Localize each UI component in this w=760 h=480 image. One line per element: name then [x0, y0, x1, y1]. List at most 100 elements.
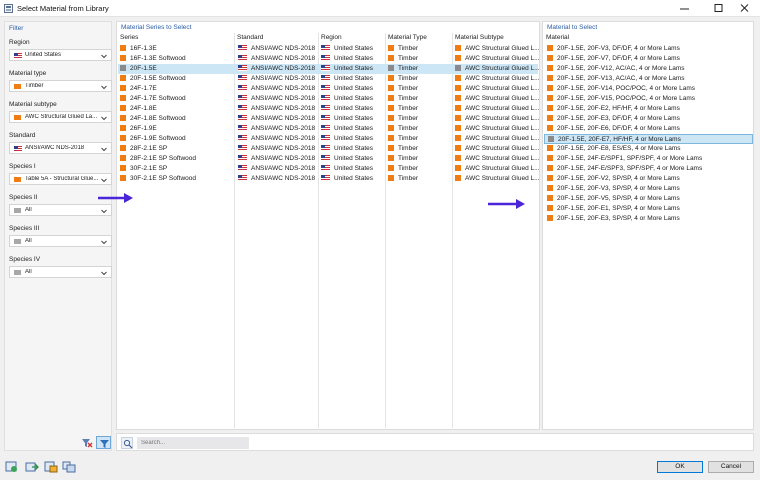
- filter-panel: Filter Region United States Material type T…: [4, 21, 112, 451]
- material-row[interactable]: 20F-1.5E, 20F-V15, POC/POC, 4 or More La…: [544, 94, 753, 104]
- timber-swatch-icon: [120, 105, 126, 111]
- region-cell-text: United States: [334, 95, 374, 102]
- filter-select-value: ANSI/AWC NDS-2018: [25, 145, 85, 151]
- material-type-cell: Timber: [388, 155, 418, 164]
- filter-select[interactable]: United States: [9, 49, 112, 61]
- region-cell-text: United States: [334, 155, 374, 162]
- us-flag-icon: [238, 115, 247, 121]
- timber-swatch-icon: [120, 85, 126, 91]
- material-row[interactable]: 20F-1.5E, 20F-E6, DF/DF, 4 or More Lams: [544, 124, 753, 134]
- standard-cell-text: ANSI/AWC NDS-2018: [251, 85, 316, 92]
- standard-cell: ANSI/AWC NDS-2018: [238, 55, 315, 64]
- filter-select[interactable]: All: [9, 266, 112, 278]
- timber-swatch-icon: [547, 155, 553, 161]
- arrow-right-icon: [488, 199, 525, 209]
- filter-select[interactable]: All: [9, 204, 112, 216]
- filter-select[interactable]: ANSI/AWC NDS-2018: [9, 142, 112, 154]
- arrow-right-icon: [98, 193, 133, 203]
- material-row[interactable]: 20F-1.5E, 20F-E1, SP/SP, 4 or More Lams: [544, 204, 753, 214]
- apply-filter-button[interactable]: [96, 436, 111, 449]
- region-cell-text: United States: [334, 85, 374, 92]
- timber-swatch-icon: [455, 95, 461, 101]
- filter-select[interactable]: Timber: [9, 80, 112, 92]
- column-header-material[interactable]: Material: [546, 34, 569, 41]
- material-type-cell-text: Timber: [398, 45, 418, 52]
- region-cell-text: United States: [334, 145, 374, 152]
- timber-swatch-icon: [120, 55, 126, 61]
- series-row[interactable]: 26F-1.9E ANSI/AWC NDS-2018 United States Ti…: [118, 124, 540, 134]
- material-row[interactable]: 20F-1.5E, 20F-E3, DF/DF, 4 or More Lams: [544, 114, 753, 124]
- close-button[interactable]: [730, 0, 760, 17]
- filter-select[interactable]: AWC Structural Glued La...: [9, 111, 112, 123]
- import-material-button[interactable]: [25, 461, 39, 473]
- material-row[interactable]: 20F-1.5E, 20F-V7, DF/DF, 4 or More Lams: [544, 54, 753, 64]
- material-row[interactable]: 20F-1.5E, 20F-E2, HF/HF, 4 or More Lams: [544, 104, 753, 114]
- material-row[interactable]: 20F-1.5E, 20F-V3, SP/SP, 4 or More Lams: [544, 184, 753, 194]
- series-row[interactable]: 16F-1.3E Softwood ANSI/AWC NDS-2018 United…: [118, 54, 540, 64]
- column-header-series[interactable]: Series: [120, 34, 138, 41]
- column-header-standard[interactable]: Standard: [237, 34, 263, 41]
- region-cell-text: United States: [334, 75, 374, 82]
- series-row[interactable]: 28F-2.1E SP Softwood ANSI/AWC NDS-2018 Uni…: [118, 154, 540, 164]
- filter-select[interactable]: All: [9, 235, 112, 247]
- cancel-button[interactable]: Cancel: [708, 461, 754, 473]
- material-row[interactable]: 20F-1.5E, 20F-V14, POC/POC, 4 or More La…: [544, 84, 753, 94]
- material-type-cell: Timber: [388, 85, 418, 94]
- material-row[interactable]: 20F-1.5E, 24F-E/SPF1, SPF/SPF, 4 or More…: [544, 154, 753, 164]
- material-name: 20F-1.5E, 20F-E6, DF/DF, 4 or More Lams: [557, 125, 680, 132]
- material-row[interactable]: 20F-1.5E, 20F-V13, AC/AC, 4 or More Lams: [544, 74, 753, 84]
- material-type-cell-text: Timber: [398, 155, 418, 162]
- series-row[interactable]: 30F-2.1E SP Softwood ANSI/AWC NDS-2018 Uni…: [118, 174, 540, 184]
- edit-material-button[interactable]: [44, 461, 58, 473]
- series-row[interactable]: 20F-1.5E Softwood ANSI/AWC NDS-2018 United…: [118, 74, 540, 84]
- clear-filter-button[interactable]: [80, 437, 94, 449]
- column-header-material-type[interactable]: Material Type: [388, 34, 427, 41]
- series-row[interactable]: 28F-2.1E SP ANSI/AWC NDS-2018 United State…: [118, 144, 540, 154]
- series-row[interactable]: 24F-1.8E ANSI/AWC NDS-2018 United States Ti…: [118, 104, 540, 114]
- library-info-button[interactable]: [5, 461, 19, 473]
- material-row[interactable]: 20F-1.5E, 20F-E8, ES/ES, 4 or More Lams: [544, 144, 753, 154]
- material-row[interactable]: 20F-1.5E, 20F-E3, SP/SP, 4 or More Lams: [544, 214, 753, 224]
- material-row[interactable]: 20F-1.5E, 20F-E7, HF/HF, 4 or More Lams: [544, 134, 753, 144]
- ok-button[interactable]: OK: [657, 461, 703, 473]
- material-subtype-cell-text: AWC Structural Glued L...: [465, 55, 540, 62]
- standard-cell: ANSI/AWC NDS-2018: [238, 85, 315, 94]
- search-input[interactable]: [137, 437, 249, 449]
- library-settings-button[interactable]: [62, 461, 76, 473]
- search-options-button[interactable]: [121, 437, 133, 449]
- series-row[interactable]: 30F-2.1E SP ANSI/AWC NDS-2018 United State…: [118, 164, 540, 174]
- material-type-cell-text: Timber: [398, 75, 418, 82]
- standard-cell: ANSI/AWC NDS-2018: [238, 125, 315, 134]
- series-row[interactable]: 26F-1.9E Softwood ANSI/AWC NDS-2018 United…: [118, 134, 540, 144]
- material-row[interactable]: 20F-1.5E, 20F-V5, SP/SP, 4 or More Lams: [544, 194, 753, 204]
- material-row[interactable]: 20F-1.5E, 20F-V3, DF/DF, 4 or More Lams: [544, 44, 753, 54]
- column-header-material-subtype[interactable]: Material Subtype: [455, 34, 504, 41]
- minimize-button[interactable]: [670, 0, 700, 17]
- column-header-region[interactable]: Region: [321, 34, 342, 41]
- timber-swatch-icon: [388, 105, 394, 111]
- region-cell: United States: [321, 45, 373, 54]
- series-row[interactable]: 24F-1.7E Softwood ANSI/AWC NDS-2018 United…: [118, 94, 540, 104]
- series-cell-text: 16F-1.3E: [130, 45, 157, 52]
- region-cell-text: United States: [334, 55, 374, 62]
- material-cell: 20F-1.5E, 20F-E1, SP/SP, 4 or More Lams: [547, 205, 680, 214]
- us-flag-icon: [238, 135, 247, 141]
- series-row[interactable]: 24F-1.8E Softwood ANSI/AWC NDS-2018 United…: [118, 114, 540, 124]
- us-flag-icon: [321, 135, 330, 141]
- standard-cell-text: ANSI/AWC NDS-2018: [251, 95, 316, 102]
- series-row[interactable]: 16F-1.3E ANSI/AWC NDS-2018 United States Ti…: [118, 44, 540, 54]
- material-row[interactable]: 20F-1.5E, 20F-V12, AC/AC, 4 or More Lams: [544, 64, 753, 74]
- material-subtype-cell-text: AWC Structural Glued L...: [465, 155, 540, 162]
- region-cell: United States: [321, 105, 373, 114]
- timber-swatch-icon: [547, 125, 553, 131]
- series-row[interactable]: 20F-1.5E ANSI/AWC NDS-2018 United States Ti…: [118, 64, 540, 74]
- filter-select[interactable]: Table 5A - Structural Glue...: [9, 173, 112, 185]
- timber-swatch-icon: [455, 155, 461, 161]
- material-subtype-cell-text: AWC Structural Glued L...: [465, 135, 540, 142]
- filter-select-value: Timber: [25, 83, 44, 89]
- material-row[interactable]: 20F-1.5E, 24F-E/SPF3, SPF/SPF, 4 or More…: [544, 164, 753, 174]
- material-subtype-cell: AWC Structural Glued L...: [455, 85, 540, 94]
- series-row[interactable]: 24F-1.7E ANSI/AWC NDS-2018 United States Ti…: [118, 84, 540, 94]
- material-row[interactable]: 20F-1.5E, 20F-V2, SP/SP, 4 or More Lams: [544, 174, 753, 184]
- timber-swatch-icon: [120, 95, 126, 101]
